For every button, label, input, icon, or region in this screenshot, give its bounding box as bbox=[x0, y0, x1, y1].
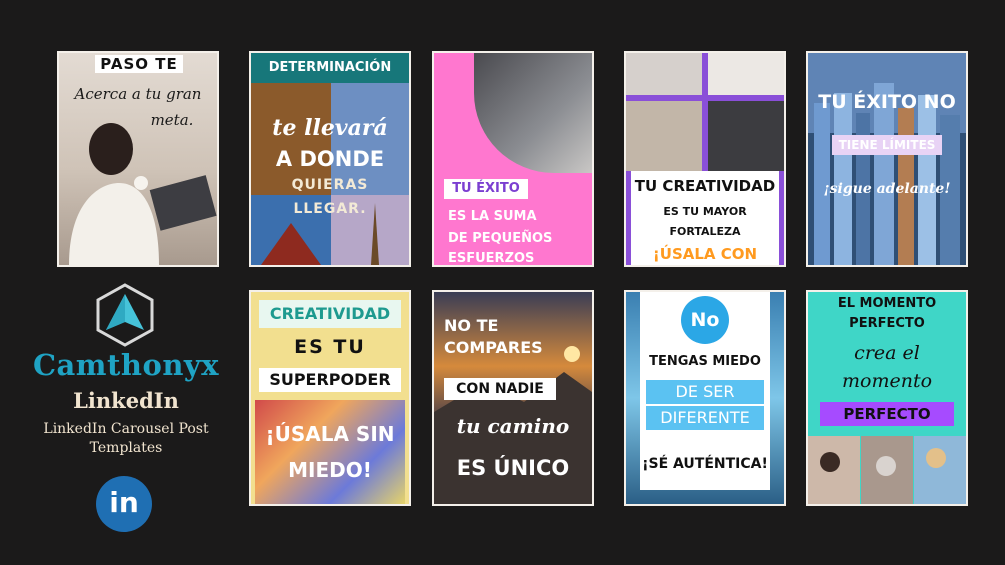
card-tag: TU ÉXITO bbox=[444, 179, 528, 199]
brand-name: Camthonyx bbox=[32, 348, 220, 382]
template-card-tu-creatividad[interactable]: TU CREATIVIDAD ES TU MAYOR FORTALEZA ¡ÚS… bbox=[624, 51, 786, 267]
card-tag-1: DE SER bbox=[646, 380, 764, 404]
card-line-2: SUPERPODER bbox=[259, 368, 401, 392]
card-line-2: COMPARES bbox=[444, 338, 543, 357]
card-header: DETERMINACIÓN bbox=[251, 53, 409, 83]
template-card-el-momento-perfecto[interactable]: EL MOMENTO PERFECTO crea el momento PERF… bbox=[806, 290, 968, 506]
card-script: ¡sigue adelante! bbox=[823, 181, 951, 197]
brand-description-line-2: Templates bbox=[89, 440, 163, 456]
template-card-tu-exito-no[interactable]: TU ÉXITO NO TIENE LÍMITES ¡sigue adelant… bbox=[806, 51, 968, 267]
card-line-3: ESFUERZOS bbox=[448, 251, 535, 266]
card-tag: TIENE LÍMITES bbox=[832, 135, 942, 155]
card-line-1: EL MOMENTO bbox=[837, 296, 937, 311]
card-line-1: TENGAS MIEDO bbox=[649, 354, 761, 369]
photo-grid bbox=[626, 53, 784, 171]
brand-network: LinkedIn bbox=[73, 388, 179, 413]
card-script-line-2: meta. bbox=[150, 111, 194, 129]
card-title: CREATIVIDAD bbox=[259, 300, 401, 328]
card-line-1: ES TU bbox=[294, 336, 366, 358]
card-line-3: ¡ÚSALA SIN bbox=[265, 422, 395, 446]
card-line-2: DE PEQUEÑOS bbox=[448, 231, 553, 246]
card-line-2: ¡SÉ AUTÉNTICA! bbox=[642, 456, 768, 472]
card-line-2: PERFECTO bbox=[849, 316, 925, 331]
desk-photo bbox=[255, 400, 405, 504]
template-card-paso-te[interactable]: PASO TE Acerca a tu gran meta. bbox=[57, 51, 219, 267]
card-line-3: QUIERAS bbox=[291, 177, 369, 193]
card-title: TU CREATIVIDAD bbox=[634, 177, 776, 195]
template-card-no-te-compares[interactable]: NO TE COMPARES CON NADIE tu camino ES ÚN… bbox=[432, 290, 594, 506]
card-script-line-2: momento bbox=[841, 370, 933, 392]
brand-description-line-1: LinkedIn Carousel Post bbox=[43, 421, 209, 437]
card-line-1: NO TE bbox=[444, 316, 499, 335]
card-line-1: ES LA SUMA bbox=[448, 209, 537, 224]
template-card-tu-exito-suma[interactable]: TU ÉXITO ES LA SUMA DE PEQUEÑOS ESFUERZO… bbox=[432, 51, 594, 267]
card-line-2: A DONDE bbox=[275, 147, 385, 171]
card-script-line-1: crea el bbox=[854, 342, 920, 364]
card-script-line-1: Acerca a tu gran bbox=[74, 85, 202, 103]
photo-collage bbox=[251, 83, 409, 265]
card-tag: PERFECTO bbox=[820, 402, 954, 426]
template-card-no-tengas-miedo[interactable]: No TENGAS MIEDO DE SER DIFERENTE ¡SÉ AUT… bbox=[624, 290, 786, 506]
template-card-creatividad[interactable]: CREATIVIDAD ES TU SUPERPODER ¡ÚSALA SIN … bbox=[249, 290, 411, 506]
card-title: TU ÉXITO NO bbox=[818, 91, 956, 113]
card-circle: No bbox=[681, 296, 729, 344]
card-line-4: MIEDO! bbox=[288, 458, 372, 482]
card-tag-2: DIFERENTE bbox=[646, 406, 764, 430]
card-line-1: ES TU MAYOR bbox=[663, 205, 747, 218]
card-line-3: ¡ÚSALA CON bbox=[652, 245, 758, 263]
city-skyline-photo bbox=[808, 53, 966, 265]
brand-description: LinkedIn Carousel Post Templates bbox=[28, 420, 224, 458]
linkedin-icon[interactable]: in bbox=[96, 476, 152, 532]
card-script-line: te llevará bbox=[272, 115, 388, 141]
woman-laptop-photo bbox=[59, 113, 217, 265]
brand-logo-icon bbox=[92, 282, 158, 348]
card-tag: CON NADIE bbox=[444, 378, 556, 400]
card-script: tu camino bbox=[456, 414, 570, 438]
tablet-desk-photo bbox=[474, 53, 592, 173]
card-line-2: FORTALEZA bbox=[669, 225, 741, 238]
template-card-determinacion[interactable]: DETERMINACIÓN te llevará A DONDE QUIERAS… bbox=[249, 51, 411, 267]
women-photo-strip bbox=[808, 436, 966, 504]
card-line-4: LLEGAR. bbox=[293, 201, 367, 217]
card-line-3: ES ÚNICO bbox=[456, 456, 570, 480]
card-title: PASO TE bbox=[95, 55, 183, 73]
